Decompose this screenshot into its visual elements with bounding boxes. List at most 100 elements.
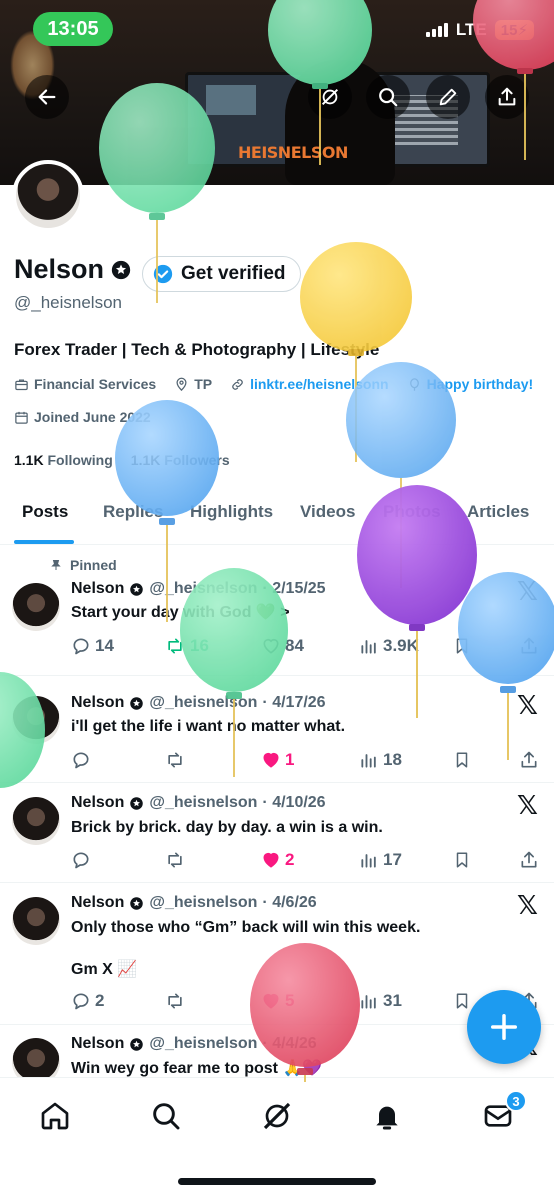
bookmark-button[interactable]: [453, 636, 471, 656]
share-post-button[interactable]: [519, 636, 539, 656]
bookmark-button[interactable]: [453, 850, 471, 870]
verified-badge-icon: [130, 1037, 144, 1051]
grok-button[interactable]: [308, 75, 352, 119]
follow-stats: 1.1K Following 1.1K Followers: [14, 452, 230, 468]
like-button[interactable]: 1: [261, 750, 294, 770]
post-header: Nelson @_heisnelson · 4/4/26: [71, 1035, 317, 1053]
repost-icon: [168, 852, 182, 868]
tab-replies[interactable]: Replies: [103, 502, 163, 522]
views-count: 31: [383, 991, 402, 1010]
post-item[interactable]: Nelson @_heisnelson · 4/6/26 𝕏 Only those…: [0, 883, 554, 1025]
link-text[interactable]: linktr.ee/heisnelsonn: [250, 376, 389, 392]
views-button[interactable]: 31: [359, 991, 402, 1011]
views-button[interactable]: 3.9K: [359, 636, 419, 656]
post-author-name[interactable]: Nelson: [71, 580, 124, 598]
compose-post-button[interactable]: [467, 990, 541, 1064]
post-avatar[interactable]: [12, 797, 60, 845]
tab-articles[interactable]: Articles: [467, 502, 529, 522]
like-button[interactable]: 84: [261, 636, 304, 656]
repost-icon: [168, 993, 182, 1009]
views-count: 18: [383, 750, 402, 769]
reply-button[interactable]: [71, 750, 95, 770]
following-count: 1.1K: [14, 452, 44, 468]
heart-icon: [263, 638, 279, 654]
post-header: Nelson @_heisnelson · 4/10/26: [71, 794, 326, 812]
bookmark-button[interactable]: [453, 991, 471, 1011]
post-handle[interactable]: @_heisnelson: [149, 794, 257, 812]
views-chart-icon: [361, 854, 376, 868]
profile-tabs: Posts Replies Highlights Videos Photos A…: [0, 490, 554, 545]
repost-button[interactable]: [164, 991, 190, 1011]
following-link[interactable]: 1.1K Following: [14, 452, 113, 468]
link-icon: [232, 378, 243, 390]
verified-badge-icon[interactable]: [110, 259, 132, 281]
home-indicator: [178, 1178, 376, 1185]
followers-link[interactable]: 1.1K Followers: [131, 452, 230, 468]
like-button[interactable]: 5: [261, 991, 294, 1011]
back-arrow-icon: [38, 89, 56, 105]
post-author-name[interactable]: Nelson: [71, 794, 124, 812]
post-handle[interactable]: @_heisnelson: [149, 894, 257, 912]
post-avatar[interactable]: [12, 583, 60, 631]
tab-photos[interactable]: Photos: [383, 502, 441, 522]
joined-text: Joined June 2022: [34, 409, 151, 425]
profile-link[interactable]: linktr.ee/heisnelsonn: [230, 376, 389, 392]
bookmark-icon: [456, 752, 468, 768]
back-button[interactable]: [25, 75, 69, 119]
like-button[interactable]: 2: [261, 850, 294, 870]
post-date: · 2/15/25: [262, 580, 326, 597]
heart-icon: [263, 852, 279, 868]
tab-videos[interactable]: Videos: [300, 502, 355, 522]
repost-button[interactable]: [164, 750, 190, 770]
post-handle[interactable]: @_heisnelson: [149, 694, 257, 712]
views-count: 3.9K: [383, 636, 419, 655]
bookmark-icon: [456, 852, 468, 868]
tab-posts[interactable]: Posts: [22, 502, 68, 522]
bookmark-button[interactable]: [453, 750, 471, 770]
post-author-name[interactable]: Nelson: [71, 694, 124, 712]
edit-button[interactable]: [426, 75, 470, 119]
nav-home[interactable]: [35, 1096, 75, 1136]
views-button[interactable]: 18: [359, 750, 402, 770]
post-item[interactable]: Nelson @_heisnelson · 4/17/26 𝕏i'll get …: [0, 676, 554, 783]
verified-badge-icon: [130, 696, 144, 710]
post-avatar[interactable]: [12, 897, 60, 945]
post-author-name[interactable]: Nelson: [71, 894, 124, 912]
repost-button[interactable]: [164, 850, 190, 870]
profile-avatar[interactable]: [12, 160, 84, 232]
reply-button[interactable]: 14: [71, 636, 114, 656]
views-button[interactable]: 17: [359, 850, 402, 870]
active-tab-indicator: [14, 540, 74, 544]
post-handle[interactable]: @_heisnelson: [149, 580, 257, 598]
calendar-icon: [15, 411, 28, 424]
profile-handle: @_heisnelson: [14, 293, 122, 312]
reply-button[interactable]: 2: [71, 991, 104, 1011]
x-logo-icon: 𝕏: [517, 791, 538, 821]
post-author-name[interactable]: Nelson: [71, 1035, 124, 1053]
post-avatar[interactable]: [12, 696, 60, 744]
x-logo-icon: 𝕏: [517, 691, 538, 721]
verified-badge-icon: [130, 896, 144, 910]
nav-search[interactable]: [146, 1096, 186, 1136]
share-button[interactable]: [485, 75, 529, 119]
post-header: Nelson @_heisnelson · 4/6/26: [71, 894, 317, 912]
share-post-button[interactable]: [519, 750, 539, 770]
nav-notifications[interactable]: [367, 1096, 407, 1136]
post-item[interactable]: Nelson @_heisnelson · 4/10/26 𝕏 Brick by …: [0, 783, 554, 883]
search-button[interactable]: [366, 75, 410, 119]
like-count: 84: [285, 636, 304, 655]
nav-grok[interactable]: [257, 1096, 297, 1136]
post-text-line2: Gm X 📈: [71, 961, 138, 978]
repost-button[interactable]: 16: [164, 636, 209, 656]
post-text: Only those who “Gm” back will win this w…: [71, 919, 421, 936]
profile-bio: Forex Trader | Tech & Photography | Life…: [14, 340, 380, 359]
tab-highlights[interactable]: Highlights: [190, 502, 273, 522]
search-icon: [153, 1103, 180, 1130]
reply-icon: [73, 993, 89, 1010]
reply-button[interactable]: [71, 850, 95, 870]
status-time: 13:05: [33, 12, 113, 46]
get-verified-button[interactable]: Get verified: [142, 256, 301, 292]
share-post-button[interactable]: [519, 850, 539, 870]
post-item[interactable]: Nelson @_heisnelson · 2/15/25 𝕏 Start you…: [0, 545, 554, 676]
post-handle[interactable]: @_heisnelson: [149, 1035, 257, 1053]
